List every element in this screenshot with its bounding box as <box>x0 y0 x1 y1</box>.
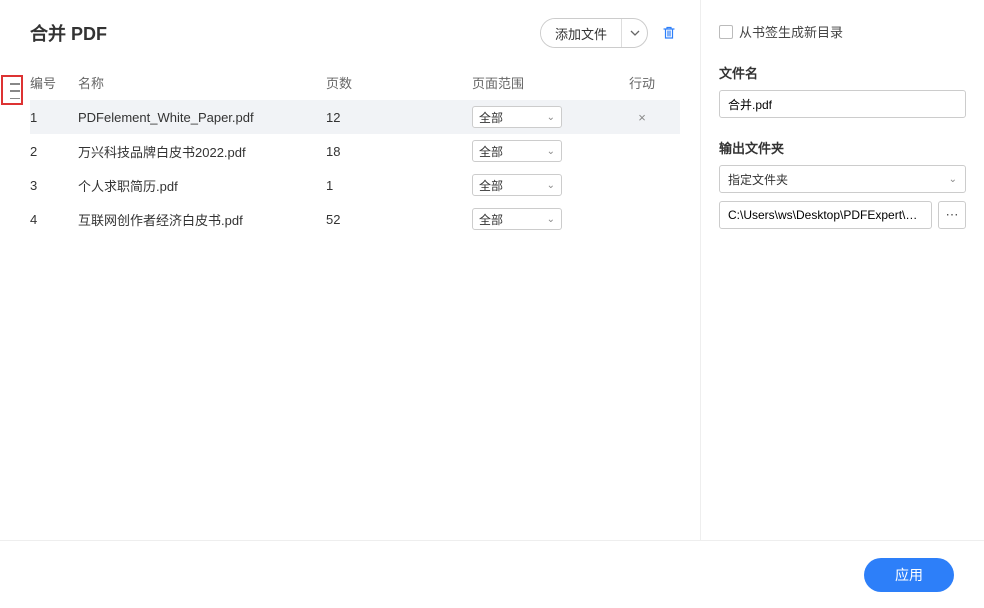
cell-name: PDFelement_White_Paper.pdf <box>78 110 326 125</box>
cell-num: 3 <box>30 178 78 193</box>
ellipsis-icon: ⋯ <box>946 207 959 223</box>
page-range-select[interactable]: 全部 ⌄ <box>472 174 562 196</box>
output-folder-select[interactable]: 指定文件夹 ⌄ <box>719 165 966 193</box>
cell-name: 个人求职简历.pdf <box>78 176 326 195</box>
drag-handle[interactable] <box>9 83 21 99</box>
filename-input[interactable] <box>719 90 966 118</box>
chevron-down-icon: ⌄ <box>547 112 555 123</box>
output-folder-label: 输出文件夹 <box>719 138 966 157</box>
col-header-range: 页面范围 <box>472 73 612 92</box>
main-pane: 合并 PDF 添加文件 编号 名称 页数 页面范围 行动 1PDFelement… <box>0 0 700 540</box>
cell-num: 1 <box>30 110 78 125</box>
cell-name: 互联网创作者经济白皮书.pdf <box>78 210 326 229</box>
cell-pages: 1 <box>326 178 472 193</box>
generate-toc-label: 从书签生成新目录 <box>739 22 843 41</box>
page-range-value: 全部 <box>479 143 503 160</box>
chevron-down-icon: ⌄ <box>547 214 555 225</box>
page-range-select[interactable]: 全部 ⌄ <box>472 106 562 128</box>
filename-label: 文件名 <box>719 63 966 82</box>
cell-num: 4 <box>30 212 78 227</box>
cell-name: 万兴科技品牌白皮书2022.pdf <box>78 142 326 161</box>
page-range-select[interactable]: 全部 ⌄ <box>472 208 562 230</box>
chevron-down-icon <box>630 28 640 38</box>
remove-row-button[interactable]: × <box>638 110 646 125</box>
col-header-pages: 页数 <box>326 73 472 92</box>
page-range-value: 全部 <box>479 211 503 228</box>
output-path-input[interactable] <box>719 201 932 229</box>
generate-toc-row: 从书签生成新目录 <box>719 22 966 41</box>
footer: 应用 <box>0 540 984 608</box>
add-file-dropdown[interactable] <box>621 18 647 48</box>
side-pane: 从书签生成新目录 文件名 输出文件夹 指定文件夹 ⌄ ⋯ <box>700 0 984 540</box>
generate-toc-checkbox[interactable] <box>719 25 733 39</box>
page-range-value: 全部 <box>479 177 503 194</box>
page-title: 合并 PDF <box>30 20 107 46</box>
header-actions: 添加文件 <box>540 18 680 48</box>
table-row[interactable]: 2万兴科技品牌白皮书2022.pdf18 全部 ⌄ <box>30 134 680 168</box>
col-header-name: 名称 <box>78 73 326 92</box>
col-header-action: 行动 <box>612 73 672 92</box>
cell-range: 全部 ⌄ <box>472 208 612 230</box>
cell-pages: 18 <box>326 144 472 159</box>
chevron-down-icon: ⌄ <box>547 146 555 157</box>
cell-pages: 12 <box>326 110 472 125</box>
cell-range: 全部 ⌄ <box>472 106 612 128</box>
chevron-down-icon: ⌄ <box>949 174 957 185</box>
page-range-select[interactable]: 全部 ⌄ <box>472 140 562 162</box>
cell-action: × <box>612 110 672 125</box>
cell-range: 全部 ⌄ <box>472 174 612 196</box>
add-file-button[interactable]: 添加文件 <box>541 18 621 48</box>
table-row[interactable]: 3个人求职简历.pdf1 全部 ⌄ <box>30 168 680 202</box>
chevron-down-icon: ⌄ <box>547 180 555 191</box>
col-header-num: 编号 <box>30 73 78 92</box>
page-range-value: 全部 <box>479 109 503 126</box>
cell-range: 全部 ⌄ <box>472 140 612 162</box>
output-folder-value: 指定文件夹 <box>728 171 788 188</box>
header-row: 合并 PDF 添加文件 <box>30 18 680 48</box>
delete-button[interactable] <box>658 22 680 44</box>
output-path-row: ⋯ <box>719 201 966 229</box>
apply-button[interactable]: 应用 <box>864 558 954 592</box>
table-row[interactable]: 4互联网创作者经济白皮书.pdf52 全部 ⌄ <box>30 202 680 236</box>
cell-pages: 52 <box>326 212 472 227</box>
trash-icon <box>661 25 677 41</box>
add-file-button-group: 添加文件 <box>540 18 648 48</box>
table-row[interactable]: 1PDFelement_White_Paper.pdf12 全部 ⌄ × <box>30 100 680 134</box>
file-table: 编号 名称 页数 页面范围 行动 1PDFelement_White_Paper… <box>30 66 680 236</box>
table-header: 编号 名称 页数 页面范围 行动 <box>30 66 680 98</box>
browse-button[interactable]: ⋯ <box>938 201 966 229</box>
cell-num: 2 <box>30 144 78 159</box>
